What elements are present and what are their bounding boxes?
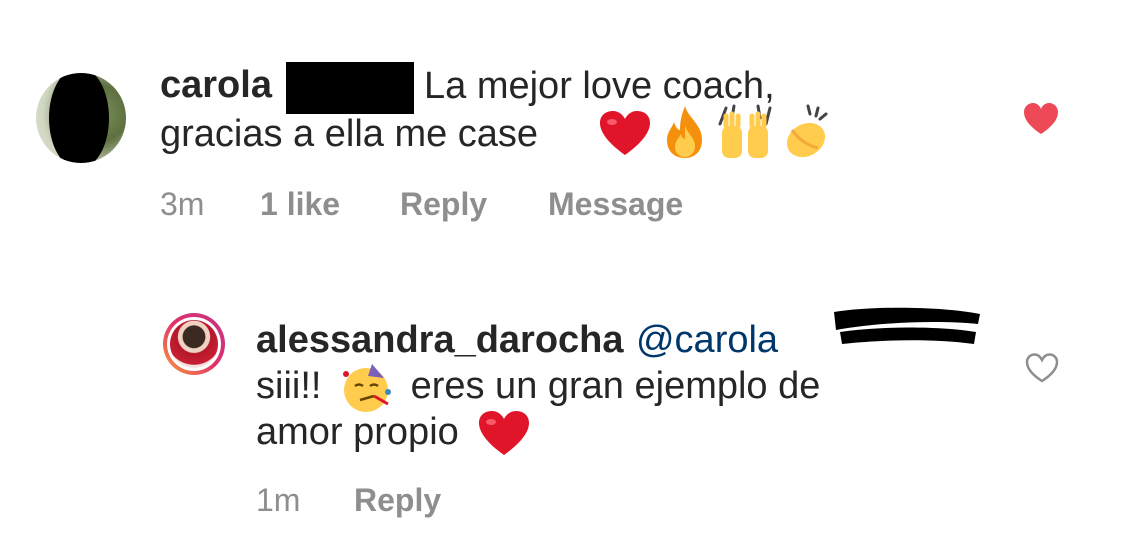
reply-header-line: alessandra_darocha @carola bbox=[256, 316, 778, 364]
commenter-avatar[interactable] bbox=[36, 73, 126, 163]
redaction-scribble bbox=[834, 307, 980, 344]
comment-text-line2: gracias a ella me case bbox=[160, 110, 538, 158]
reply-username[interactable]: alessandra_darocha bbox=[256, 319, 624, 361]
message-button[interactable]: Message bbox=[548, 186, 683, 223]
avatar-photo bbox=[170, 320, 218, 368]
reply-text-line2: amor propio bbox=[256, 408, 531, 458]
clapping-hands-emoji bbox=[786, 104, 828, 158]
reply-button[interactable]: Reply bbox=[354, 482, 441, 519]
liked-heart-icon[interactable] bbox=[1022, 102, 1060, 136]
redaction-bar bbox=[286, 62, 414, 114]
comment-timestamp: 3m bbox=[160, 186, 205, 222]
red-heart-emoji bbox=[479, 410, 530, 455]
reply-text-start: siii!! bbox=[256, 365, 322, 408]
reply-timestamp: 1m bbox=[256, 482, 301, 518]
mention-link[interactable]: @carola bbox=[636, 319, 778, 361]
raising-hands-emoji bbox=[718, 104, 772, 158]
reply-button[interactable]: Reply bbox=[400, 186, 487, 223]
likes-count-button[interactable]: 1 like bbox=[260, 186, 340, 223]
partying-face-emoji bbox=[343, 364, 392, 412]
reply-text-line1: siii!! eres un gran ejemplo de bbox=[256, 362, 820, 414]
reply-text-rest: eres un gran ejemplo de bbox=[410, 365, 821, 408]
reply-text-end: amor propio bbox=[256, 411, 459, 453]
fire-emoji bbox=[667, 106, 702, 158]
comment-text-line1: La mejor love coach, bbox=[424, 65, 775, 107]
author-avatar[interactable] bbox=[163, 313, 225, 375]
red-heart-emoji bbox=[600, 111, 650, 155]
like-heart-outline-icon[interactable] bbox=[1024, 352, 1060, 384]
comment-text: gracias a ella me case bbox=[160, 113, 539, 155]
redaction-blob bbox=[49, 73, 109, 163]
comment-username[interactable]: carola bbox=[160, 64, 272, 107]
